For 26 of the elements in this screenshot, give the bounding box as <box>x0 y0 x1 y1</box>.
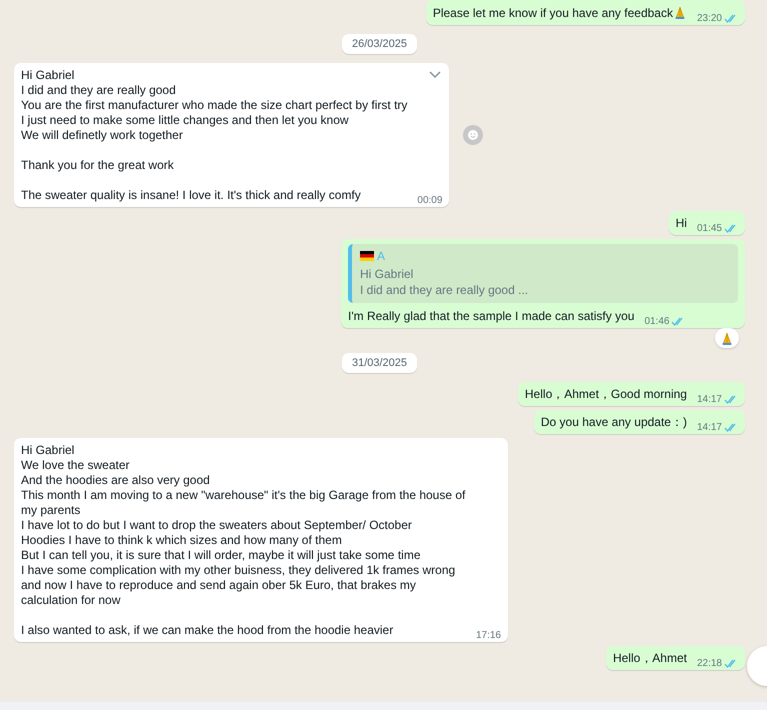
message-time: 01:45 <box>696 223 722 234</box>
message-time: 00:09 <box>417 195 442 206</box>
date-label: 31/03/2025 <box>342 353 418 373</box>
message-text: I'm Really glad that the sample I made can satisfy you <box>348 309 634 324</box>
message-text: Hi Gabriel We love the sweater And the hoodies are also very good This month I am moving to a new "warehouse" it's the big Garage from the house of my parents I have lot to do but I want to drop the sweaters about September/ October Hoodies I have to think k which sizes and how many of them But I can tell you, it is sure that I will order, maybe it will just take some time I have some complication with my other buisness, they delivered 1k frames wrong and now I have to reproduce and send again ober 5k Euro, that brakes my calculation for now I also wanted to ask, if we can make the hood from the hoodie heavier <box>21 443 466 638</box>
message-time: 17:16 <box>476 630 501 641</box>
reaction-badge[interactable] <box>715 328 739 348</box>
quoted-text: Hi Gabriel I did and they are really good ... <box>360 266 530 298</box>
message-time: 14:17 <box>696 422 722 433</box>
message-text: Hello，Ahmet <box>612 651 687 666</box>
smiley-icon <box>467 129 480 141</box>
quoted-message[interactable]: A Hi Gabriel I did and they are really good ... <box>348 244 738 303</box>
date-label: 26/03/2025 <box>342 34 418 54</box>
message-time: 01:46 <box>644 316 670 327</box>
message-text: Hello，Ahmet，Good morning <box>524 387 687 402</box>
message-text: Hi <box>676 216 687 231</box>
message-time: 22:18 <box>696 658 722 669</box>
chevron-down-icon[interactable] <box>429 71 442 79</box>
flag-icon <box>360 251 374 261</box>
emoji-reaction-button[interactable] <box>463 125 484 145</box>
message-text: Hi Gabriel I did and they are really good You are the first manufacturer who made the size chart perfect by first try I just need to make some little changes and then let you know We will definetly work together Thank you for the great work The sweater quality is insane! I love it. It's thick and really comfy <box>21 68 408 203</box>
message-time: 23:20 <box>696 13 722 24</box>
message-time: 14:17 <box>696 394 722 405</box>
quoted-author: A <box>377 249 386 263</box>
message-text: Do you have any update：) <box>540 415 687 430</box>
message-text: Please let me know if you have any feedback <box>432 5 687 21</box>
